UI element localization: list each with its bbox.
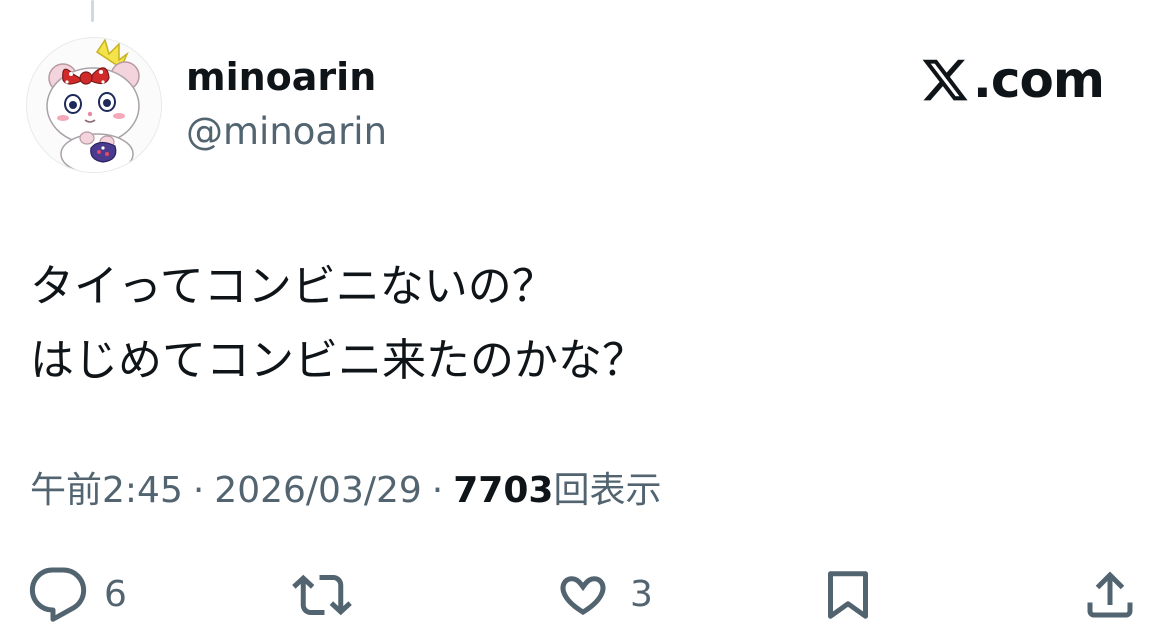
reply-button[interactable]: 6 <box>28 560 127 630</box>
bookmark-icon <box>828 571 868 619</box>
reply-bubble-icon <box>29 567 87 622</box>
tweet-meta: 午前2:45 · 2026/03/29 · 7703回表示 <box>30 466 661 516</box>
thread-connector-line <box>91 0 94 22</box>
repost-button[interactable] <box>290 560 370 630</box>
tweet-time[interactable]: 午前2:45 <box>30 470 183 511</box>
views-label: 回表示 <box>553 470 662 511</box>
avatar[interactable] <box>26 37 162 173</box>
tweet-date[interactable]: 2026/03/29 <box>214 470 422 511</box>
tweet-line: はじめてコンビニ来たのかな？ <box>30 335 646 386</box>
bookmark-button[interactable] <box>818 560 878 630</box>
x-logo-icon <box>922 59 968 101</box>
meta-separator: · <box>192 470 205 511</box>
brand-logo: .com <box>919 51 1105 109</box>
views-count: 7703 <box>453 470 554 511</box>
like-button[interactable]: 3 <box>552 560 653 630</box>
reply-count: 6 <box>104 574 127 615</box>
heart-icon <box>560 576 606 616</box>
brand-domain-text: .com <box>972 51 1105 109</box>
share-button[interactable] <box>1080 560 1140 630</box>
like-count: 3 <box>630 574 653 615</box>
meta-separator: · <box>431 470 444 511</box>
repost-icon <box>292 574 352 616</box>
author-display-name[interactable]: minoarin <box>186 52 376 102</box>
tweet-text: タイってコンビニないの？ はじめてコンビニ来たのかな？ <box>30 250 1130 398</box>
action-bar: 6 3 <box>0 560 1170 630</box>
share-icon <box>1087 571 1133 618</box>
author-handle[interactable]: @minoarin <box>186 108 387 156</box>
tweet-line: タイってコンビニないの？ <box>30 261 556 312</box>
hamster-character-avatar <box>27 38 161 172</box>
